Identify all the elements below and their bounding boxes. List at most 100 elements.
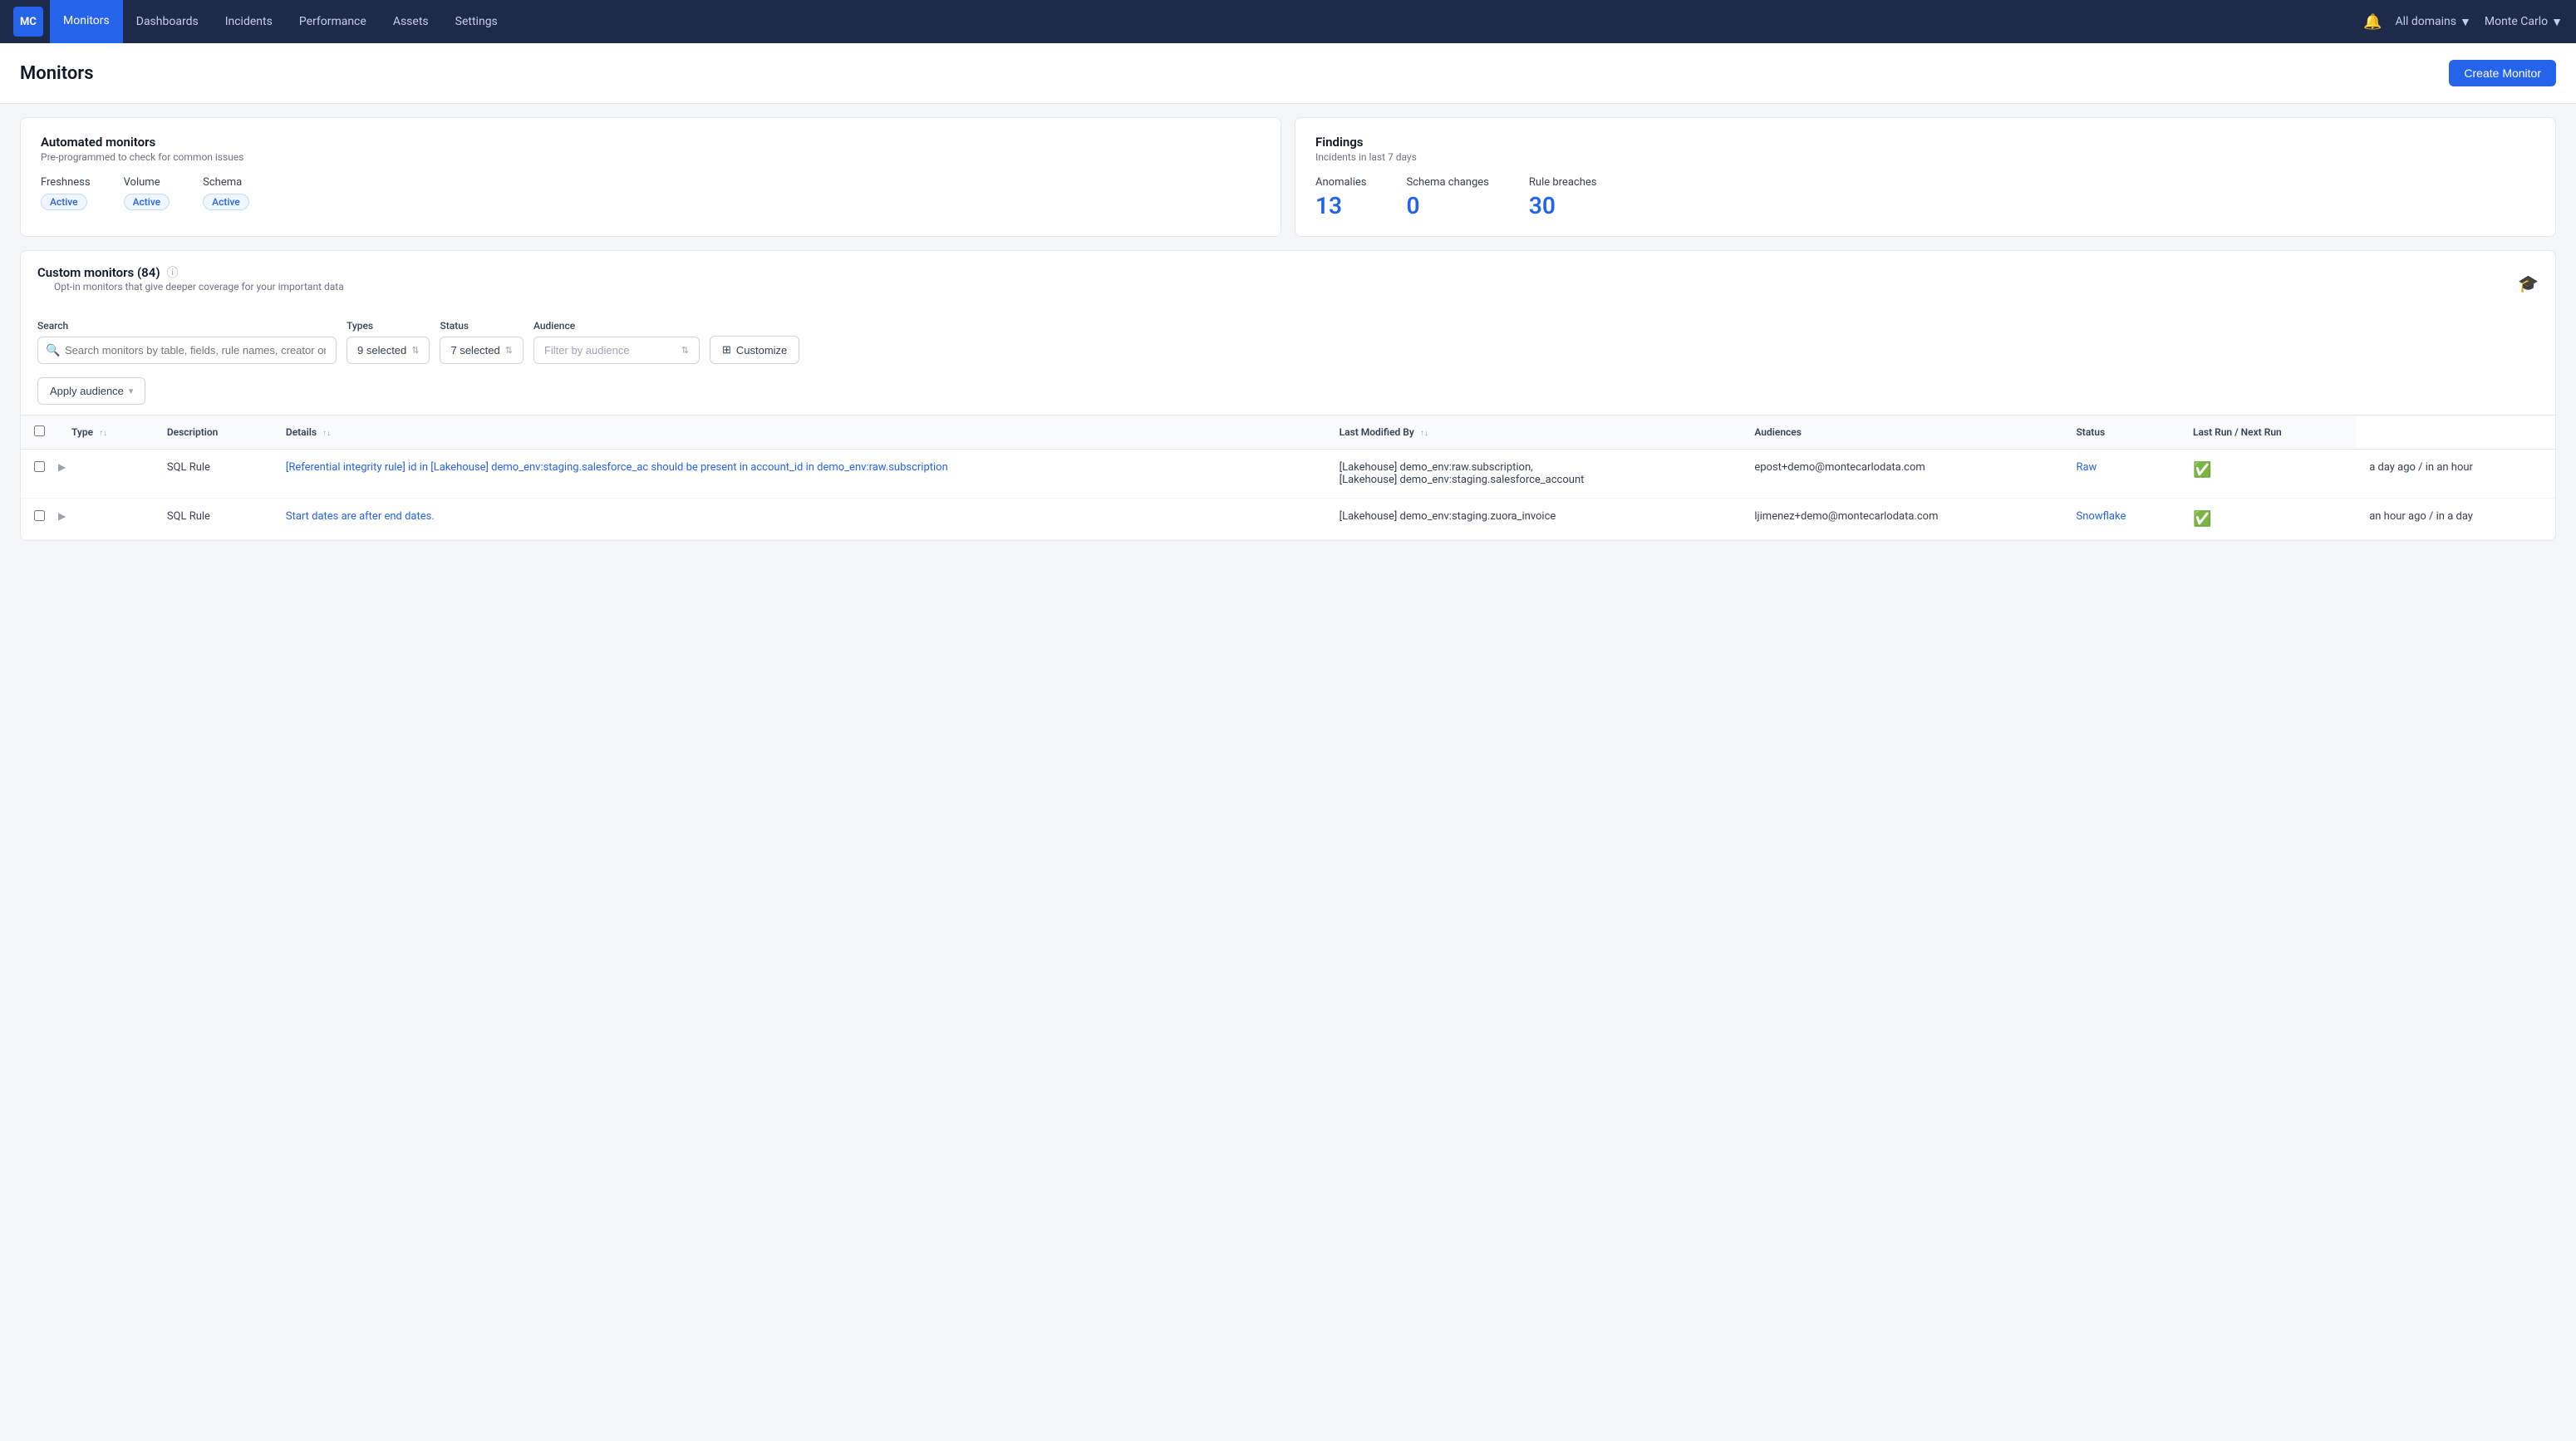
row2-expand-icon[interactable]: ▶ [58,510,66,522]
col-audiences-label: Audiences [1754,426,1802,438]
table-row: ▶ SQL Rule [Referential integrity rule] … [21,450,2555,499]
row2-detail-link-1[interactable]: [Lakehouse] demo_env:staging.zuora_invoi… [1340,510,1556,523]
row1-checkbox-cell[interactable] [21,450,58,499]
anomalies-col: Anomalies 13 [1315,176,1366,219]
audience-placeholder: Filter by audience [544,344,676,357]
user-menu[interactable]: Monte Carlo ▼ [2485,15,2563,29]
row2-last-modified: ljimenez+demo@montecarlodata.com [1741,499,2062,540]
schema-changes-col: Schema changes 0 [1406,176,1488,219]
automated-monitors-row: Freshness Active Volume Active Schema Ac… [41,176,1261,210]
nav-item-monitors[interactable]: Monitors [50,0,123,43]
row2-description: Start dates are after end dates. [273,499,1326,540]
user-label: Monte Carlo [2485,15,2548,28]
row2-status: ✅ [2180,499,2356,540]
col-status-label: Status [2076,426,2105,438]
row2-checkbox-cell[interactable] [21,499,58,540]
types-select[interactable]: 9 selected ⇅ [347,337,430,364]
user-chevron-icon: ▼ [2551,15,2563,29]
row2-audience: Snowflake [2062,499,2180,540]
nav-right: 🔔 All domains ▼ Monte Carlo ▼ [2363,13,2563,31]
customize-label: Customize [736,344,787,357]
nav-item-settings[interactable]: Settings [442,0,511,43]
row1-detail-link-1[interactable]: [Lakehouse] demo_env:raw.subscription, [1340,461,1533,474]
row1-expand-icon[interactable]: ▶ [58,461,66,473]
graduation-cap-icon[interactable]: 🎓 [2518,273,2539,293]
domain-selector[interactable]: All domains ▼ [2395,15,2470,29]
nav-item-performance[interactable]: Performance [286,0,380,43]
col-details[interactable]: Details ↑↓ [273,416,1326,450]
schema-changes-value: 0 [1406,192,1488,219]
findings-subtitle: Incidents in last 7 days [1315,151,2535,163]
search-group: Search 🔍 [37,320,337,364]
cards-row: Automated monitors Pre-programmed to che… [0,104,2576,250]
row1-checkbox[interactable] [34,461,45,472]
row1-audience-link[interactable]: Raw [2076,461,2097,474]
row2-audience-link[interactable]: Snowflake [2076,510,2126,523]
row1-last-modified: epost+demo@montecarlodata.com [1741,450,2062,499]
notification-bell-icon[interactable]: 🔔 [2363,13,2382,31]
row2-description-link[interactable]: Start dates are after end dates. [286,510,435,523]
types-label: Types [347,320,430,332]
row1-details: [Lakehouse] demo_env:raw.subscription, [… [1326,450,1742,499]
apply-audience-label: Apply audience [50,385,124,397]
status-value: 7 selected [450,344,499,357]
schema-changes-label: Schema changes [1406,176,1488,189]
audience-chevron-icon: ⇅ [681,345,689,356]
row2-status-icon: ✅ [2193,510,2211,528]
rule-breaches-col: Rule breaches 30 [1529,176,1597,219]
col-description-label: Description [167,426,219,438]
col-audiences: Audiences [1741,416,2062,450]
freshness-status: Active [41,194,87,210]
section-header: Custom monitors (84) ⓘ Opt-in monitors t… [21,251,2555,309]
row2-checkbox[interactable] [34,510,45,521]
anomalies-label: Anomalies [1315,176,1366,189]
details-sort-icon: ↑↓ [322,429,331,438]
section-desc: Opt-in monitors that give deeper coverag… [37,281,361,302]
anomalies-value: 13 [1315,192,1366,219]
row1-status-icon: ✅ [2193,461,2211,479]
type-sort-icon: ↑↓ [99,429,107,438]
rule-breaches-value: 30 [1529,192,1597,219]
select-all-cell[interactable] [21,416,58,450]
last-modified-sort-icon: ↑↓ [1420,429,1428,438]
row2-expand-cell: ▶ [58,499,154,540]
customize-button[interactable]: ⊞ Customize [710,336,799,364]
apply-audience-row: Apply audience ▾ [21,374,2555,415]
nav-logo: MC [13,7,43,37]
nav-item-assets[interactable]: Assets [380,0,442,43]
section-title: Custom monitors (84) [37,265,160,280]
types-group: Types 9 selected ⇅ [347,320,430,364]
audience-select[interactable]: Filter by audience ⇅ [533,337,700,364]
col-last-modified-label: Last Modified By [1340,426,1414,438]
row2-details: [Lakehouse] demo_env:staging.zuora_invoi… [1326,499,1742,540]
search-icon: 🔍 [46,344,60,357]
col-type[interactable]: Type ↑↓ [58,416,154,450]
row1-detail-link-2[interactable]: [Lakehouse] demo_env:staging.salesforce_… [1340,474,1585,486]
monitors-table: Type ↑↓ Description Details ↑↓ Last Modi… [21,415,2555,540]
select-all-checkbox[interactable] [34,425,45,436]
apply-audience-button[interactable]: Apply audience ▾ [37,377,145,405]
col-type-label: Type [71,426,93,438]
row1-description-link[interactable]: [Referential integrity rule] id in [Lake… [286,461,948,474]
nav-item-incidents[interactable]: Incidents [212,0,286,43]
col-last-run-label: Last Run / Next Run [2193,426,2282,438]
row1-expand-cell: ▶ [58,450,154,499]
status-select[interactable]: 7 selected ⇅ [440,337,523,364]
types-chevron-icon: ⇅ [411,345,419,356]
nav-item-dashboards[interactable]: Dashboards [123,0,212,43]
col-last-modified[interactable]: Last Modified By ↑↓ [1326,416,1742,450]
schema-status: Active [203,194,249,210]
apply-audience-chevron-icon: ▾ [129,386,134,396]
section-title-row: Custom monitors (84) ⓘ [37,264,361,281]
search-input[interactable] [37,337,337,364]
nav-items: Monitors Dashboards Incidents Performanc… [50,0,2363,43]
status-label: Status [440,320,523,332]
schema-label: Schema [203,176,249,189]
volume-label: Volume [124,176,170,189]
schema-col: Schema Active [203,176,249,210]
info-icon[interactable]: ⓘ [167,264,179,281]
create-monitor-button[interactable]: Create Monitor [2449,60,2556,86]
audience-label: Audience [533,320,700,332]
customize-icon: ⊞ [722,343,731,357]
automated-monitors-card: Automated monitors Pre-programmed to che… [20,117,1281,237]
